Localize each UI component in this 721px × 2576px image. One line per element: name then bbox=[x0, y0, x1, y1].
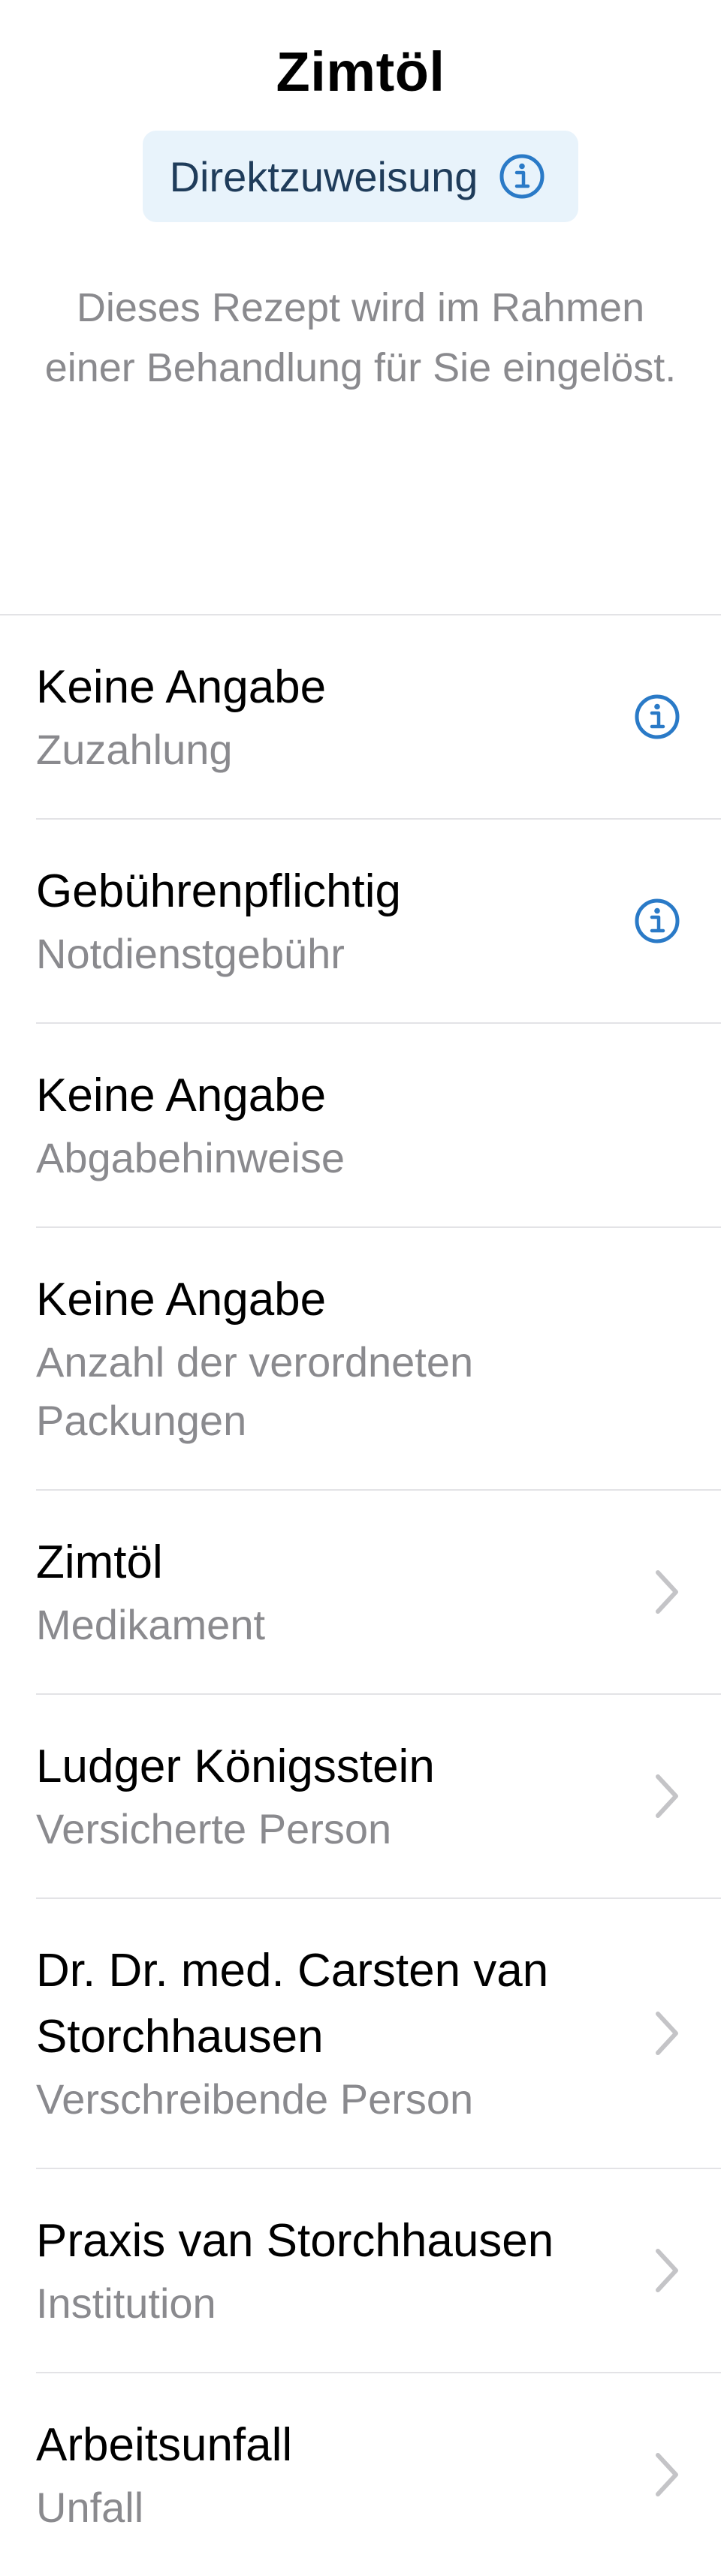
detail-row-medikament[interactable]: Zimtöl Medikament bbox=[0, 1491, 721, 1695]
badge-label: Direktzuweisung bbox=[169, 152, 478, 200]
chevron-right-icon bbox=[656, 1774, 678, 1818]
row-value: Keine Angabe bbox=[36, 661, 327, 713]
info-button[interactable] bbox=[632, 692, 682, 742]
description-text: Dieses Rezept wird im Rahmen einer Behan… bbox=[44, 285, 677, 390]
row-value: Dr. Dr. med. Carsten van Storchhausen bbox=[36, 1945, 549, 2063]
row-label: Verschreibende Person bbox=[36, 2075, 474, 2123]
chevron-right-icon bbox=[656, 2249, 678, 2292]
disclosure bbox=[652, 1772, 682, 1820]
info-icon[interactable] bbox=[632, 896, 682, 946]
row-value: Gebührenpflichtig bbox=[36, 865, 401, 917]
row-label: Versicherte Person bbox=[36, 1805, 392, 1852]
chevron-right-icon bbox=[656, 2012, 678, 2055]
detail-row-notdienstgebuehr[interactable]: Gebührenpflichtig Notdienstgebühr bbox=[0, 820, 721, 1024]
chevron-right-icon bbox=[656, 2453, 678, 2496]
badge-container: Direktzuweisung bbox=[0, 131, 721, 222]
info-button[interactable] bbox=[632, 896, 682, 946]
row-label: Anzahl der verordneten Packungen bbox=[36, 1338, 474, 1444]
row-value: Keine Angabe bbox=[36, 1274, 327, 1326]
info-icon[interactable] bbox=[632, 692, 682, 742]
disclosure bbox=[652, 2009, 682, 2057]
row-value: Praxis van Storchhausen bbox=[36, 2215, 554, 2267]
disclosure bbox=[652, 2246, 682, 2295]
detail-row-verschreibende-person[interactable]: Dr. Dr. med. Carsten van Storchhausen Ve… bbox=[0, 1899, 721, 2169]
page-title: Zimtöl bbox=[276, 41, 445, 103]
row-value: Keine Angabe bbox=[36, 1070, 327, 1121]
detail-row-institution[interactable]: Praxis van Storchhausen Institution bbox=[0, 2169, 721, 2373]
row-value: Zimtöl bbox=[36, 1536, 163, 1588]
disclosure bbox=[652, 2451, 682, 2499]
row-label: Abgabehinweise bbox=[36, 1134, 345, 1181]
row-label: Zuzahlung bbox=[36, 726, 233, 773]
row-label: Institution bbox=[36, 2280, 216, 2327]
header: Zimtöl Direktzuweisung Dieses Rezept wir… bbox=[0, 0, 721, 398]
row-label: Notdienstgebühr bbox=[36, 930, 345, 977]
detail-row-abgabehinweise: Keine Angabe Abgabehinweise bbox=[0, 1024, 721, 1228]
detail-row-zuzahlung[interactable]: Keine Angabe Zuzahlung bbox=[0, 615, 721, 820]
row-label: Medikament bbox=[36, 1601, 266, 1648]
detail-row-unfall[interactable]: Arbeitsunfall Unfall bbox=[0, 2373, 721, 2576]
info-icon[interactable] bbox=[497, 152, 547, 201]
row-value: Arbeitsunfall bbox=[36, 2419, 293, 2471]
chevron-right-icon bbox=[656, 1570, 678, 1614]
row-label: Unfall bbox=[36, 2484, 144, 2531]
detail-row-versicherte-person[interactable]: Ludger Königsstein Versicherte Person bbox=[0, 1695, 721, 1899]
detail-row-packungen: Keine Angabe Anzahl der verordneten Pack… bbox=[0, 1228, 721, 1491]
direktzuweisung-badge[interactable]: Direktzuweisung bbox=[142, 131, 579, 222]
row-value: Ludger Königsstein bbox=[36, 1741, 435, 1792]
details-list: Keine Angabe Zuzahlung Gebührenpflichtig… bbox=[0, 614, 721, 2576]
disclosure bbox=[652, 1568, 682, 1616]
